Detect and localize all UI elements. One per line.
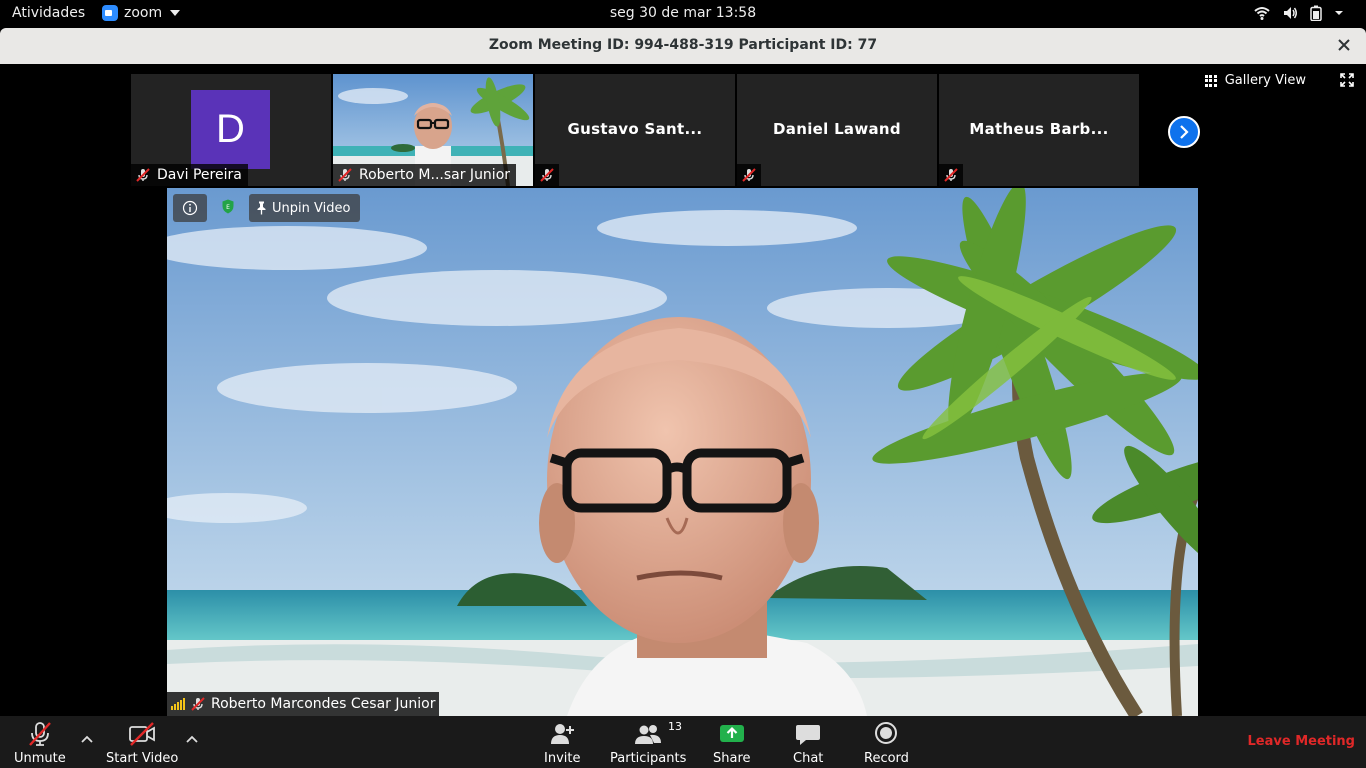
participant-name: Matheus Barb...: [969, 120, 1109, 138]
muted-mic-icon: [338, 168, 352, 182]
system-tray[interactable]: [1254, 5, 1344, 21]
unpin-video-label: Unpin Video: [272, 200, 351, 216]
unpin-video-button[interactable]: Unpin Video: [249, 194, 361, 222]
gallery-view-button[interactable]: Gallery View: [1204, 73, 1306, 88]
fullscreen-icon[interactable]: [1340, 73, 1354, 87]
muted-mic-icon: [944, 168, 958, 182]
meeting-toolbar: Unmute Start Video Invite Participants 1…: [0, 716, 1366, 768]
video-options-chevron-icon[interactable]: [185, 734, 199, 744]
unmute-label: Unmute: [14, 751, 66, 766]
muted-mic-icon: [28, 722, 51, 746]
pin-icon: [257, 201, 266, 215]
participant-name-tag: [737, 164, 761, 186]
chat-label: Chat: [793, 751, 824, 766]
window-title-bar: Zoom Meeting ID: 994-488-319 Participant…: [0, 28, 1366, 64]
connection-signal-icon: [171, 698, 185, 710]
participant-name-tag: [939, 164, 963, 186]
window-title: Zoom Meeting ID: 994-488-319 Participant…: [488, 37, 878, 53]
share-label: Share: [713, 751, 751, 766]
battery-icon: [1310, 5, 1322, 21]
share-button[interactable]: Share: [713, 720, 751, 766]
svg-text:E: E: [226, 204, 230, 211]
pinned-video[interactable]: E Unpin Video Roberto Marcondes Cesar Ju…: [167, 188, 1198, 716]
leave-meeting-button[interactable]: Leave Meeting: [1248, 734, 1356, 749]
speaker-name: Roberto Marcondes Cesar Junior: [211, 696, 436, 712]
participant-tile[interactable]: Roberto M...sar Junior: [333, 74, 533, 186]
encryption-shield-icon[interactable]: E: [222, 199, 234, 214]
close-window-button[interactable]: [1334, 35, 1354, 55]
add-user-icon: [551, 724, 575, 744]
share-screen-icon: [719, 725, 744, 742]
grid-icon: [1204, 74, 1217, 87]
next-page-button[interactable]: [1168, 116, 1200, 148]
chat-button[interactable]: Chat: [793, 720, 823, 766]
start-video-label: Start Video: [106, 751, 179, 766]
record-label: Record: [864, 751, 909, 766]
participants-label: Participants: [610, 751, 687, 766]
wifi-icon: [1254, 7, 1270, 20]
participant-name: Gustavo Sant...: [567, 120, 703, 138]
participant-name-tag: Roberto M...sar Junior: [333, 164, 517, 186]
record-button[interactable]: Record: [864, 720, 909, 766]
participant-tile[interactable]: Matheus Barb...: [939, 74, 1139, 186]
system-top-bar: Atividades zoom seg 30 de mar 13:58: [0, 0, 1366, 28]
chat-bubble-icon: [796, 725, 821, 745]
meeting-area: Gallery View D Davi Pereira Roberto M...…: [0, 64, 1366, 716]
chevron-right-icon: [1180, 125, 1189, 139]
participant-name: Davi Pereira: [157, 167, 242, 183]
system-clock[interactable]: seg 30 de mar 13:58: [0, 5, 1366, 21]
participant-name-tag: [535, 164, 559, 186]
muted-mic-icon: [191, 697, 205, 711]
gallery-view-label: Gallery View: [1224, 73, 1306, 88]
audio-options-chevron-icon[interactable]: [80, 734, 94, 744]
muted-mic-icon: [136, 168, 150, 182]
participant-tile[interactable]: Daniel Lawand: [737, 74, 937, 186]
record-icon: [875, 722, 898, 744]
speaker-name-tag: Roberto Marcondes Cesar Junior: [167, 692, 440, 716]
close-icon: [1338, 39, 1350, 51]
participants-icon: [635, 725, 662, 744]
info-icon: [182, 200, 198, 216]
chevron-down-icon: [1335, 11, 1343, 15]
muted-mic-icon: [742, 168, 756, 182]
invite-button[interactable]: Invite: [544, 720, 580, 766]
avatar: D: [191, 90, 270, 169]
muted-mic-icon: [540, 168, 554, 182]
invite-label: Invite: [544, 751, 581, 766]
video-off-icon: [129, 722, 156, 746]
volume-icon: [1284, 7, 1297, 19]
start-video-button[interactable]: Start Video: [106, 720, 178, 766]
participants-count-badge: 13: [668, 720, 682, 733]
participant-name-tag: Davi Pereira: [131, 164, 248, 186]
participant-name: Roberto M...sar Junior: [359, 167, 511, 183]
participant-tile[interactable]: Gustavo Sant...: [535, 74, 735, 186]
participant-strip: D Davi Pereira Roberto M...sar Junior Gu…: [131, 74, 1139, 186]
participant-tile[interactable]: D Davi Pereira: [131, 74, 331, 186]
speaker-video-feed: [167, 188, 1198, 716]
participant-name: Daniel Lawand: [773, 120, 901, 138]
unmute-button[interactable]: Unmute: [14, 720, 66, 766]
meeting-info-button[interactable]: [173, 194, 207, 222]
